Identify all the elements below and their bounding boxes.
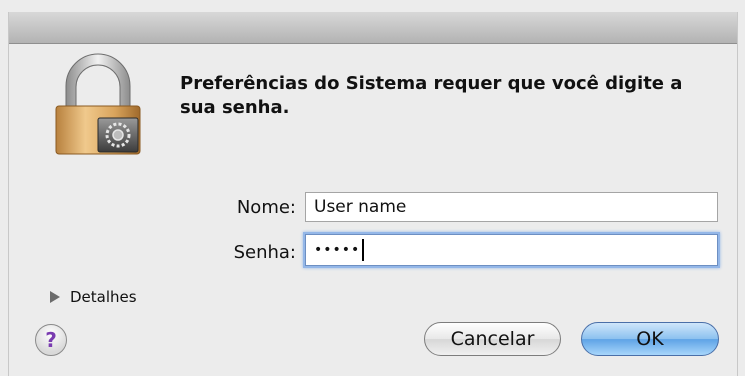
dialog-frame-left (8, 12, 9, 376)
name-field[interactable] (305, 192, 718, 222)
lock-icon (55, 53, 141, 155)
help-button[interactable]: ? (35, 324, 67, 356)
password-field[interactable]: ••••• (305, 234, 718, 266)
password-mask: ••••• (314, 242, 361, 258)
password-label: Senha: (233, 242, 296, 263)
dialog-titlebar (8, 12, 738, 44)
details-label: Detalhes (70, 288, 137, 306)
auth-message: Preferências do Sistema requer que você … (180, 73, 683, 118)
text-caret (362, 239, 365, 261)
dialog-frame-right (737, 12, 738, 376)
ok-button[interactable]: OK (581, 322, 719, 356)
name-label: Nome: (236, 197, 296, 218)
help-icon: ? (45, 328, 57, 352)
cancel-button[interactable]: Cancelar (424, 322, 561, 356)
auth-dialog: Preferências do Sistema requer que você … (0, 0, 745, 376)
details-disclosure[interactable]: Detalhes (50, 288, 137, 306)
disclosure-triangle-icon (50, 291, 60, 303)
